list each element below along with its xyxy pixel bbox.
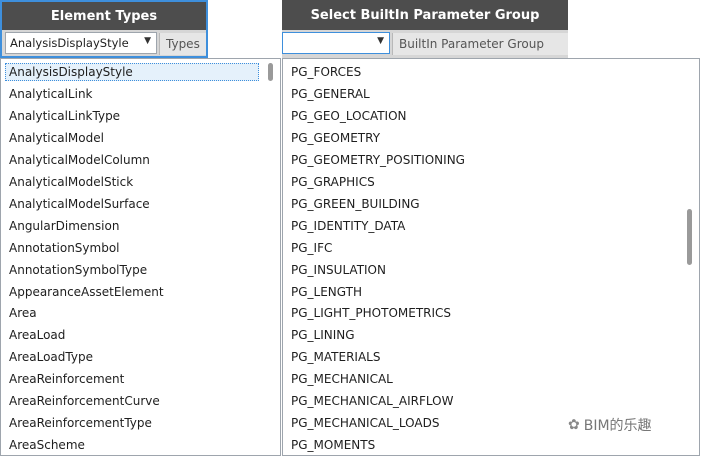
element-type-list-item[interactable]: AreaReinforcementCurve bbox=[5, 392, 259, 410]
watermark: ✿ BIM的乐趣 bbox=[568, 415, 652, 435]
parameter-group-node-body: ▼ BuiltIn Parameter Group bbox=[282, 30, 568, 58]
parameter-group-list[interactable]: PG_FORCES PG_GENERAL PG_GEO_LOCATION PG_GEO… bbox=[282, 58, 700, 456]
element-type-list-item[interactable]: AnalyticalModelSurface bbox=[5, 195, 259, 213]
parameter-group-list-scrollbar[interactable] bbox=[687, 209, 692, 265]
element-type-list-item[interactable]: AnnotationSymbol bbox=[5, 239, 259, 257]
parameter-group-list-item[interactable]: PG_GENERAL bbox=[287, 85, 681, 103]
element-type-list-item[interactable]: AreaReinforcement bbox=[5, 370, 259, 388]
parameter-group-output-port-label: BuiltIn Parameter Group bbox=[399, 37, 544, 51]
element-type-list-item[interactable]: AnalyticalModelStick bbox=[5, 173, 259, 191]
parameter-group-output-port[interactable]: BuiltIn Parameter Group bbox=[392, 33, 568, 55]
types-output-port-label: Types bbox=[166, 37, 200, 51]
parameter-group-list-item[interactable]: PG_IDENTITY_DATA bbox=[287, 217, 681, 235]
parameter-group-list-item[interactable]: PG_GEOMETRY bbox=[287, 129, 681, 147]
element-type-list-item[interactable]: AreaReinforcementType bbox=[5, 414, 259, 432]
parameter-group-list-item[interactable]: PG_LENGTH bbox=[287, 283, 681, 301]
element-types-list[interactable]: AnalysisDisplayStyle AnalyticalLink Analyt… bbox=[0, 58, 281, 456]
parameter-group-title-text: Select BuiltIn Parameter Group bbox=[310, 7, 540, 23]
parameter-group-list-item[interactable]: PG_MATERIALS bbox=[287, 348, 681, 366]
element-types-node-title[interactable]: Element Types bbox=[0, 0, 208, 30]
element-types-dropdown-value: AnalysisDisplayStyle bbox=[10, 36, 129, 50]
parameter-group-dropdown[interactable]: ▼ bbox=[282, 32, 390, 54]
chevron-down-icon[interactable]: ▼ bbox=[144, 36, 151, 46]
watermark-text: BIM的乐趣 bbox=[583, 418, 652, 434]
element-types-dropdown[interactable]: AnalysisDisplayStyle ▼ bbox=[5, 32, 157, 54]
element-type-list-item[interactable]: AnnotationSymbolType bbox=[5, 261, 259, 279]
element-type-list-item[interactable]: AngularDimension bbox=[5, 217, 259, 235]
parameter-group-list-item[interactable]: PG_FORCES bbox=[287, 63, 681, 81]
parameter-group-list-item[interactable]: PG_GEOMETRY_POSITIONING bbox=[287, 151, 681, 169]
parameter-group-list-item[interactable]: PG_MECHANICAL bbox=[287, 370, 681, 388]
parameter-group-list-item[interactable]: PG_INSULATION bbox=[287, 261, 681, 279]
parameter-group-list-item[interactable]: PG_MECHANICAL_AIRFLOW bbox=[287, 392, 681, 410]
types-output-port[interactable]: Types bbox=[159, 33, 206, 55]
chevron-down-icon[interactable]: ▼ bbox=[377, 36, 384, 46]
element-types-title-text: Element Types bbox=[50, 8, 158, 24]
element-type-list-item[interactable]: Area bbox=[5, 304, 259, 322]
element-type-list-item[interactable]: AreaLoadType bbox=[5, 348, 259, 366]
element-type-list-item[interactable]: AnalyticalModel bbox=[5, 129, 259, 147]
parameter-group-list-item[interactable]: PG_GEO_LOCATION bbox=[287, 107, 681, 125]
wechat-icon: ✿ bbox=[568, 417, 580, 433]
parameter-group-list-item[interactable]: PG_LINING bbox=[287, 326, 681, 344]
parameter-group-list-item[interactable]: PG_GRAPHICS bbox=[287, 173, 681, 191]
element-type-list-item[interactable]: AppearanceAssetElement bbox=[5, 283, 259, 301]
parameter-group-list-item[interactable]: PG_IFC bbox=[287, 239, 681, 257]
parameter-group-list-item[interactable]: PG_GREEN_BUILDING bbox=[287, 195, 681, 213]
parameter-group-list-item[interactable]: PG_MOMENTS bbox=[287, 436, 681, 454]
parameter-group-node-title[interactable]: Select BuiltIn Parameter Group bbox=[282, 0, 568, 30]
parameter-group-list-item[interactable]: PG_LIGHT_PHOTOMETRICS bbox=[287, 304, 681, 322]
element-type-list-item[interactable]: AnalyticalLink bbox=[5, 85, 259, 103]
element-type-list-item[interactable]: AnalyticalLinkType bbox=[5, 107, 259, 125]
element-type-list-item[interactable]: AnalysisDisplayStyle bbox=[5, 63, 259, 81]
element-type-list-item[interactable]: AreaLoad bbox=[5, 326, 259, 344]
element-types-node-body: AnalysisDisplayStyle ▼ Types bbox=[0, 30, 208, 58]
element-type-list-item[interactable]: AreaScheme bbox=[5, 436, 259, 454]
element-types-list-scrollbar[interactable] bbox=[268, 63, 273, 81]
element-type-list-item[interactable]: AnalyticalModelColumn bbox=[5, 151, 259, 169]
